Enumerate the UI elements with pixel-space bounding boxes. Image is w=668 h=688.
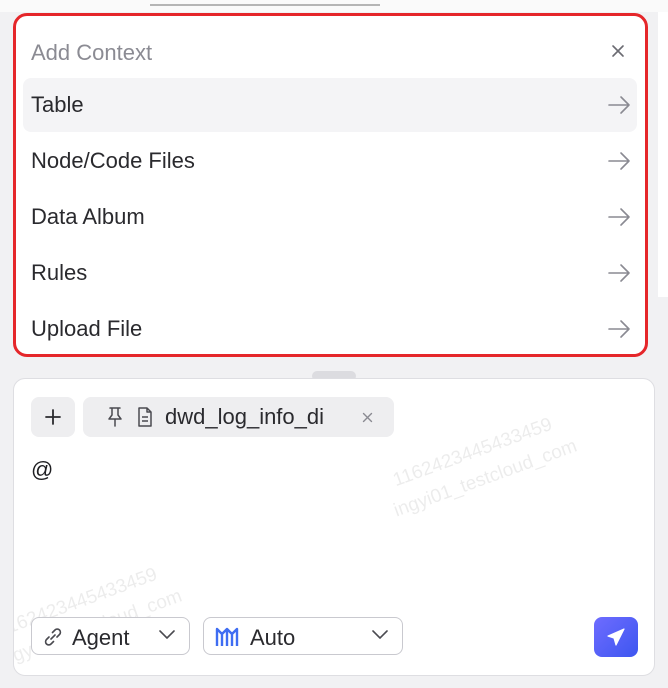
chat-composer: dwd_log_info_di @ 1162423445433459 ingyi… [13, 378, 655, 676]
arrow-right-icon [608, 96, 630, 114]
right-edge-panel [658, 12, 668, 297]
popup-header: Add Context [16, 16, 645, 78]
menu-item-upload-file[interactable]: Upload File [23, 302, 637, 356]
link-icon [44, 628, 62, 646]
top-peek-strip [0, 0, 668, 12]
arrow-right-icon [608, 264, 630, 282]
plus-icon [45, 409, 61, 425]
popup-title: Add Context [31, 40, 153, 65]
menu-item-label: Rules [31, 260, 88, 285]
send-icon [607, 628, 625, 646]
menu-item-data-album[interactable]: Data Album [23, 190, 637, 244]
partial-text-fragment [150, 0, 380, 6]
chip-remove-button[interactable] [357, 407, 377, 427]
mode-select-label: Auto [250, 625, 296, 650]
agent-select-label: Agent [72, 625, 130, 650]
send-button[interactable] [594, 617, 638, 657]
menu-item-node-code-files[interactable]: Node/Code Files [23, 134, 637, 188]
menu-item-table[interactable]: Table [23, 78, 637, 132]
arrow-right-icon [608, 208, 630, 226]
mode-select[interactable]: Auto [203, 617, 403, 655]
message-input[interactable]: @ [31, 457, 53, 483]
arrow-right-icon [608, 152, 630, 170]
menu-item-label: Upload File [31, 316, 143, 341]
menu-item-label: Table [31, 92, 84, 117]
pin-icon [108, 407, 122, 427]
add-context-popup: Add Context Table Node/Code Files Data A… [13, 13, 648, 357]
agent-select[interactable]: Agent [31, 617, 190, 655]
menu-item-rules[interactable]: Rules [23, 246, 637, 300]
chevron-down-icon [159, 630, 175, 639]
arrow-right-icon [608, 320, 630, 338]
menu-item-label: Data Album [31, 204, 145, 229]
model-logo-icon [215, 627, 239, 646]
close-icon [612, 45, 624, 57]
menu-item-label: Node/Code Files [31, 148, 195, 173]
chevron-down-icon [372, 630, 388, 639]
close-button[interactable] [605, 38, 631, 64]
close-icon [362, 412, 372, 422]
document-icon [138, 407, 152, 427]
context-chip[interactable]: dwd_log_info_di [83, 397, 394, 437]
chip-label: dwd_log_info_di [165, 404, 325, 429]
add-context-button[interactable] [31, 397, 75, 437]
